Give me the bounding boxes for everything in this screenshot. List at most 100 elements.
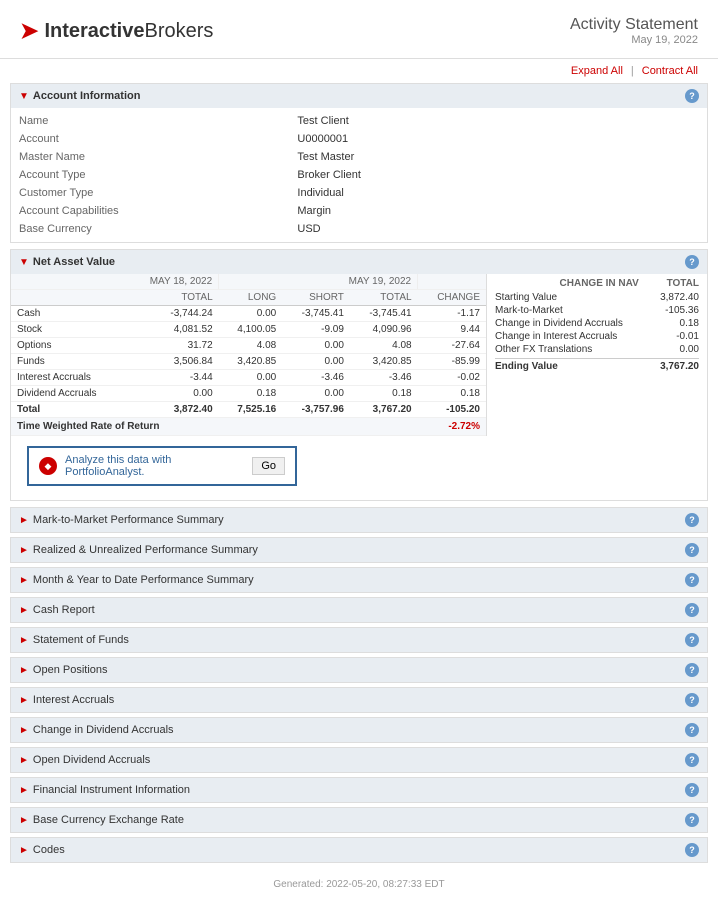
- collapsible-help-8[interactable]: ?: [685, 753, 699, 767]
- nav-row-short: -3,757.96: [282, 402, 350, 418]
- change-nav-item: Change in Interest Accruals-0.01: [495, 330, 699, 343]
- nav-row-change: 9.44: [418, 322, 486, 338]
- account-field-label: Base Currency: [11, 220, 289, 238]
- nav-row-label: Options: [11, 338, 125, 354]
- collapsible-section-7: ► Change in Dividend Accruals ?: [10, 717, 708, 743]
- change-nav-item: Mark-to-Market-105.36: [495, 304, 699, 317]
- nav-help[interactable]: ?: [685, 255, 699, 269]
- account-info-row: Base CurrencyUSD: [11, 220, 707, 238]
- collapsible-header-5[interactable]: ► Open Positions ?: [11, 658, 707, 682]
- account-info-help[interactable]: ?: [685, 89, 699, 103]
- twrr-row: Time Weighted Rate of Return -2.72%: [11, 418, 486, 436]
- change-nav-title: CHANGE IN NAV: [560, 278, 639, 289]
- collapsible-chevron-7: ►: [19, 725, 29, 736]
- portfolio-analyst-box: ◆ Analyze this data with PortfolioAnalys…: [27, 446, 297, 486]
- collapsible-title-1: ► Realized & Unrealized Performance Summ…: [19, 544, 258, 556]
- collapsible-section-6: ► Interest Accruals ?: [10, 687, 708, 713]
- change-nav-rows: Starting Value3,872.40Mark-to-Market-105…: [495, 291, 699, 373]
- nav-chevron: ▼: [19, 257, 29, 268]
- nav-row-short: -3,745.41: [282, 306, 350, 322]
- toolbar-separator: |: [631, 65, 634, 77]
- collapsible-header-1[interactable]: ► Realized & Unrealized Performance Summ…: [11, 538, 707, 562]
- collapsible-title-0: ► Mark-to-Market Performance Summary: [19, 514, 224, 526]
- collapsible-header-7[interactable]: ► Change in Dividend Accruals ?: [11, 718, 707, 742]
- nav-row: Cash -3,744.24 0.00 -3,745.41 -3,745.41 …: [11, 306, 486, 322]
- collapsible-chevron-4: ►: [19, 635, 29, 646]
- collapsible-help-5[interactable]: ?: [685, 663, 699, 677]
- nav-row-total2: 3,767.20: [350, 402, 418, 418]
- twrr-value: -2.72%: [418, 418, 486, 436]
- statement-date: May 19, 2022: [570, 34, 698, 46]
- collapsible-label-11: Codes: [33, 844, 65, 856]
- account-info-table: NameTest ClientAccountU0000001Master Nam…: [11, 112, 707, 238]
- collapsible-help-1[interactable]: ?: [685, 543, 699, 557]
- nav-row-total1: 0.00: [125, 386, 219, 402]
- change-nav-value: 0.18: [680, 318, 699, 329]
- collapsible-label-9: Financial Instrument Information: [33, 784, 190, 796]
- account-field-label: Account Type: [11, 166, 289, 184]
- collapsible-title-5: ► Open Positions: [19, 664, 108, 676]
- change-nav-item: Other FX Translations0.00: [495, 343, 699, 356]
- collapsible-help-7[interactable]: ?: [685, 723, 699, 737]
- account-info-chevron: ▼: [19, 91, 29, 102]
- nav-row-change: -0.02: [418, 370, 486, 386]
- account-field-value: Individual: [289, 184, 707, 202]
- collapsible-chevron-1: ►: [19, 545, 29, 556]
- collapsible-header-9[interactable]: ► Financial Instrument Information ?: [11, 778, 707, 802]
- col-total1: TOTAL: [125, 290, 219, 306]
- nav-content: MAY 18, 2022 MAY 19, 2022 TOTAL LONG SHO…: [11, 274, 707, 436]
- collapsible-header-8[interactable]: ► Open Dividend Accruals ?: [11, 748, 707, 772]
- change-nav-label: Change in Dividend Accruals: [495, 318, 623, 329]
- nav-row-change: -27.64: [418, 338, 486, 354]
- collapsible-chevron-6: ►: [19, 695, 29, 706]
- collapsible-header-3[interactable]: ► Cash Report ?: [11, 598, 707, 622]
- nav-row-total2: -3.46: [350, 370, 418, 386]
- account-info-row: Master NameTest Master: [11, 148, 707, 166]
- pa-go-button[interactable]: Go: [252, 457, 285, 475]
- nav-header[interactable]: ▼ Net Asset Value ?: [11, 250, 707, 274]
- nav-row-label: Stock: [11, 322, 125, 338]
- nav-row: Dividend Accruals 0.00 0.18 0.00 0.18 0.…: [11, 386, 486, 402]
- nav-row-change: -85.99: [418, 354, 486, 370]
- collapsible-section-3: ► Cash Report ?: [10, 597, 708, 623]
- collapsible-help-4[interactable]: ?: [685, 633, 699, 647]
- nav-row-label: Dividend Accruals: [11, 386, 125, 402]
- collapsible-header-0[interactable]: ► Mark-to-Market Performance Summary ?: [11, 508, 707, 532]
- collapsible-section-1: ► Realized & Unrealized Performance Summ…: [10, 537, 708, 563]
- nav-left: MAY 18, 2022 MAY 19, 2022 TOTAL LONG SHO…: [11, 274, 487, 436]
- pa-icon: ◆: [39, 457, 57, 475]
- collapsible-title-2: ► Month & Year to Date Performance Summa…: [19, 574, 254, 586]
- collapsible-label-6: Interest Accruals: [33, 694, 114, 706]
- collapsible-header-2[interactable]: ► Month & Year to Date Performance Summa…: [11, 568, 707, 592]
- collapsible-chevron-2: ►: [19, 575, 29, 586]
- toolbar: Expand All | Contract All: [0, 59, 718, 83]
- nav-row-short: -9.09: [282, 322, 350, 338]
- nav-row-total1: 3,506.84: [125, 354, 219, 370]
- collapsible-help-0[interactable]: ?: [685, 513, 699, 527]
- collapsible-help-2[interactable]: ?: [685, 573, 699, 587]
- date1-header: MAY 18, 2022: [125, 274, 219, 290]
- collapsible-chevron-3: ►: [19, 605, 29, 616]
- collapsible-help-9[interactable]: ?: [685, 783, 699, 797]
- collapsible-header-6[interactable]: ► Interest Accruals ?: [11, 688, 707, 712]
- collapsible-help-10[interactable]: ?: [685, 813, 699, 827]
- collapsible-help-11[interactable]: ?: [685, 843, 699, 857]
- account-info-header[interactable]: ▼ Account Information ?: [11, 84, 707, 108]
- collapsible-header-10[interactable]: ► Base Currency Exchange Rate ?: [11, 808, 707, 832]
- logo: ➤ InteractiveBrokers: [20, 20, 213, 43]
- contract-all-link[interactable]: Contract All: [642, 65, 698, 77]
- collapsible-title-7: ► Change in Dividend Accruals: [19, 724, 174, 736]
- collapsible-section-8: ► Open Dividend Accruals ?: [10, 747, 708, 773]
- collapsible-header-11[interactable]: ► Codes ?: [11, 838, 707, 862]
- nav-row-total1: -3,744.24: [125, 306, 219, 322]
- collapsible-help-3[interactable]: ?: [685, 603, 699, 617]
- collapsible-chevron-0: ►: [19, 515, 29, 526]
- collapsible-header-4[interactable]: ► Statement of Funds ?: [11, 628, 707, 652]
- collapsible-chevron-8: ►: [19, 755, 29, 766]
- collapsible-help-6[interactable]: ?: [685, 693, 699, 707]
- collapsible-label-4: Statement of Funds: [33, 634, 129, 646]
- expand-all-link[interactable]: Expand All: [571, 65, 623, 77]
- change-in-nav: CHANGE IN NAV TOTAL Starting Value3,872.…: [487, 274, 707, 436]
- collapsible-section-10: ► Base Currency Exchange Rate ?: [10, 807, 708, 833]
- nav-row-total1: 3,872.40: [125, 402, 219, 418]
